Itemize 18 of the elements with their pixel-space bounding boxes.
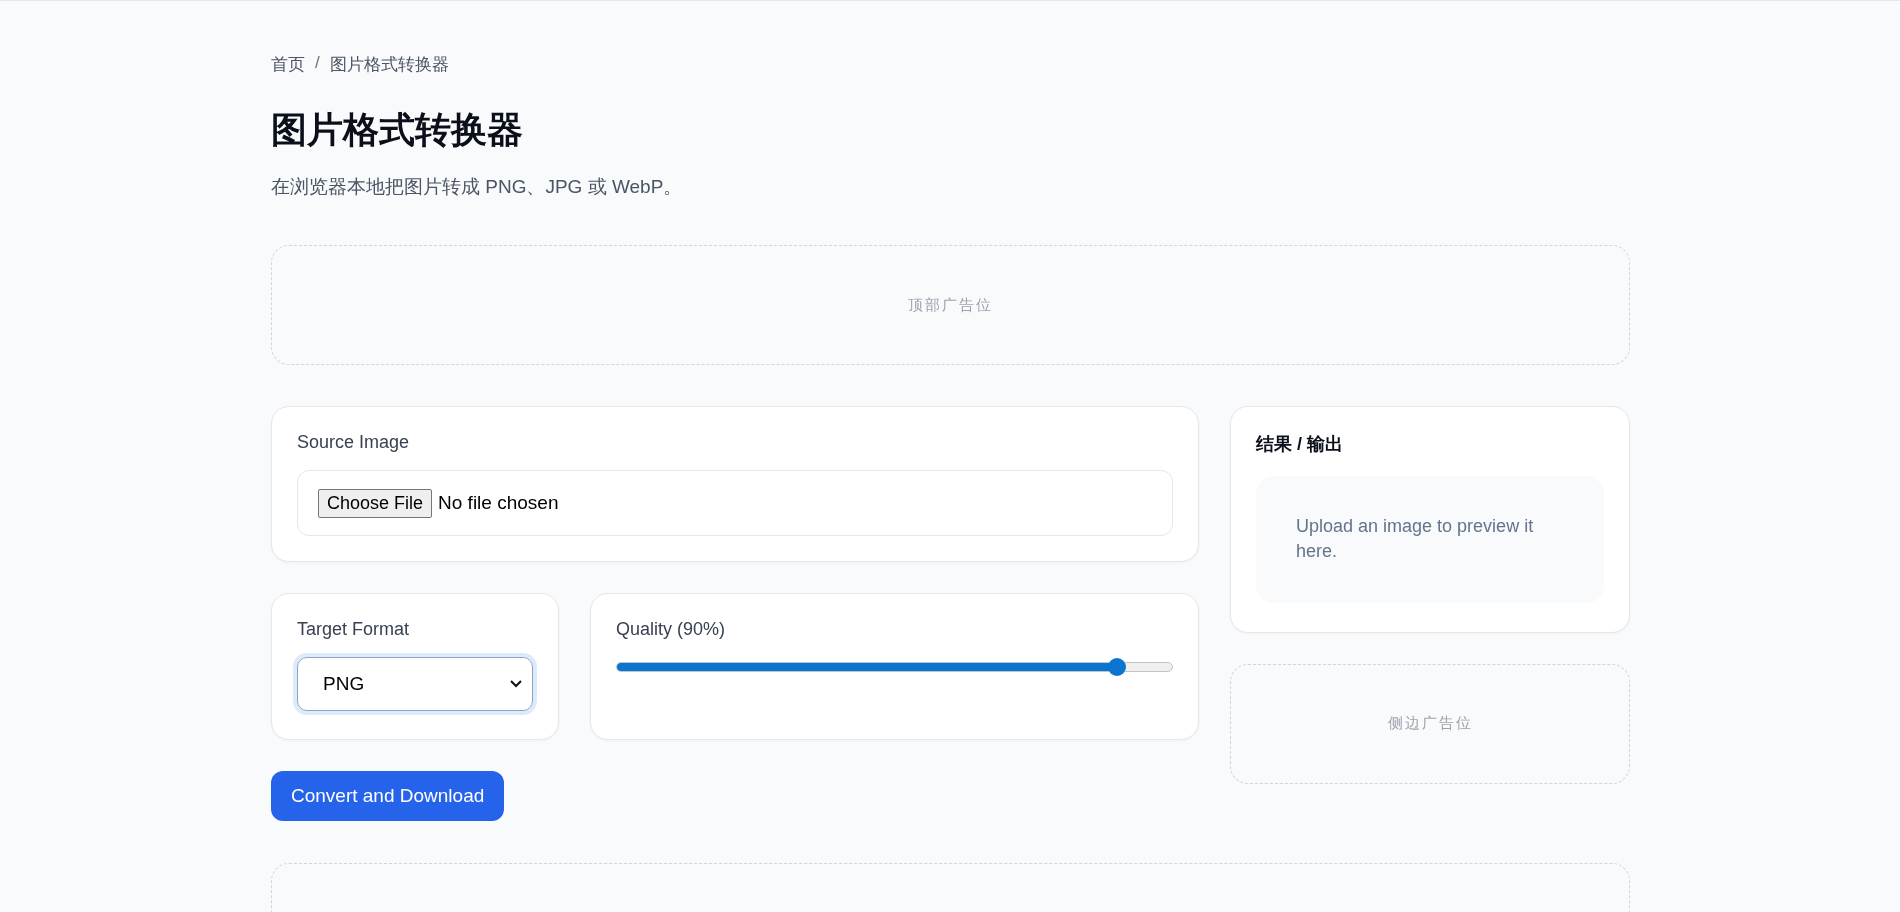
breadcrumb-separator: / <box>315 53 320 74</box>
breadcrumb-item[interactable]: 首页 <box>271 53 305 76</box>
result-title: 结果 / 输出 <box>1256 433 1344 457</box>
field-label: Source Image <box>297 432 411 454</box>
field-label: Target Format <box>297 619 411 641</box>
page-subtitle: 在浏览器本地把图片转成 PNG、JPG 或 WebP。 <box>271 175 684 200</box>
convert-download-button[interactable]: Convert and Download <box>271 771 505 822</box>
field-label: Quality (90%) <box>616 619 727 641</box>
chevron-down-icon <box>510 680 522 689</box>
file-input[interactable]: Choose File No file chosen <box>297 470 1173 537</box>
ad-label: 顶部广告位 <box>908 295 993 315</box>
ad-label: 侧边广告位 <box>1387 714 1473 734</box>
page-title: 图片格式转换器 <box>271 108 524 152</box>
preview-hint: Upload an image to preview it here. <box>1296 516 1534 562</box>
choose-file-button[interactable]: Choose File <box>318 488 433 518</box>
file-status: No file chosen <box>438 492 559 515</box>
breadcrumb-item: 图片格式转换器 <box>329 54 449 76</box>
slider-thumb[interactable] <box>1107 658 1126 677</box>
